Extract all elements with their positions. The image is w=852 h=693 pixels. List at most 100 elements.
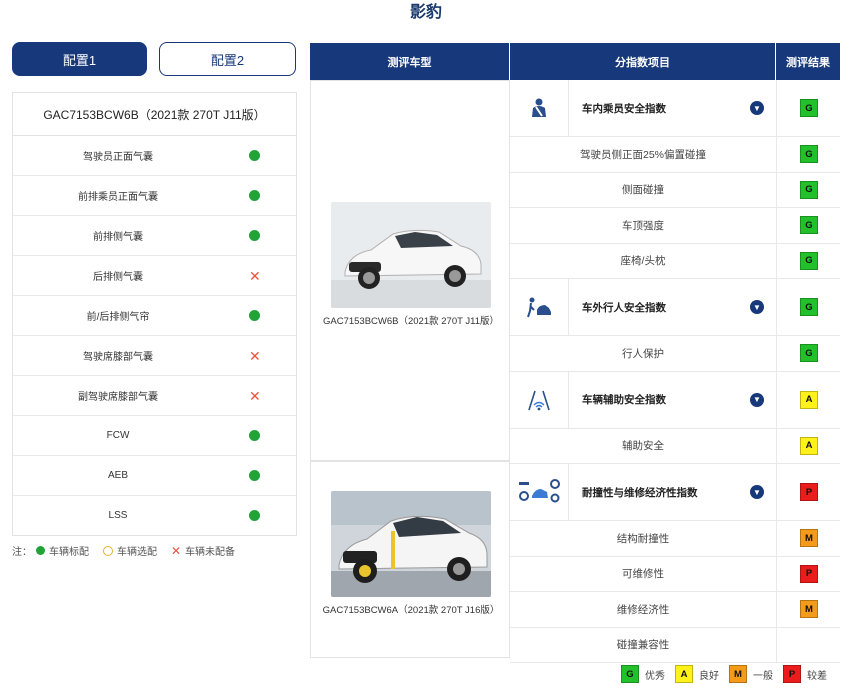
rating-badge: G bbox=[800, 145, 818, 164]
rating-badge: G bbox=[800, 180, 818, 199]
rating-badge: G bbox=[800, 99, 818, 117]
sub-index-row: 行人保护 G bbox=[510, 336, 840, 372]
rating-badge: P bbox=[800, 483, 818, 501]
vehicle-cell-1: GAC7153BCW6B（2021款 270T J11版） bbox=[310, 80, 510, 461]
legend-badge-p: P bbox=[783, 665, 801, 683]
vehicle-photo-2 bbox=[331, 491, 491, 597]
tab-config-1[interactable]: 配置1 bbox=[12, 42, 147, 76]
sub-index-name: 驾驶员侧正面25%偏置碰撞 bbox=[579, 148, 706, 161]
chevron-down-icon[interactable]: ▼ bbox=[750, 101, 764, 115]
config-row: 驾驶员正面气囊 bbox=[13, 136, 296, 176]
config-label: 驾驶员正面气囊 bbox=[83, 152, 153, 163]
rating-badge: A bbox=[800, 390, 818, 409]
sub-index-row: 座椅/头枕 G bbox=[510, 243, 841, 279]
index-row[interactable]: 车外行人安全指数 ▼ G bbox=[510, 279, 840, 336]
legend-label-p: 较差 bbox=[807, 670, 827, 682]
sub-index-row: 车顶强度 G bbox=[510, 208, 840, 244]
config-label: 前排乘员正面气囊 bbox=[78, 192, 158, 203]
sub-index-name: 行人保护 bbox=[622, 347, 664, 360]
result-cell: A bbox=[776, 371, 841, 428]
config-panel: GAC7153BCW6B（2021款 270T J11版） 驾驶员正面气囊 前排乘… bbox=[12, 92, 297, 536]
header-vehicle: 测评车型 bbox=[310, 43, 510, 80]
repair-icon bbox=[510, 464, 569, 520]
sub-index-name: 维修经济性 bbox=[616, 603, 670, 616]
config-label: 前排侧气囊 bbox=[93, 232, 143, 243]
config-row: 后排侧气囊 ✕ bbox=[13, 256, 296, 296]
not-equipped-x-icon: ✕ bbox=[249, 388, 261, 404]
config-label: 前/后排侧气帘 bbox=[86, 312, 150, 323]
optional-ring-icon bbox=[103, 545, 113, 556]
rating-badge: G bbox=[800, 251, 818, 270]
rating-badge: G bbox=[800, 344, 818, 363]
result-cell: P bbox=[776, 556, 841, 591]
sub-index-row: 结构耐撞性 M bbox=[510, 521, 840, 557]
config-legend: 注： 车辆标配 车辆选配 ✕ 车辆未配备 bbox=[12, 543, 236, 559]
config-row: 前排侧气囊 bbox=[13, 216, 296, 256]
legend-label-m: 一般 bbox=[753, 670, 773, 682]
index-row[interactable]: 耐撞性与维修经济性指数 ▼ P bbox=[510, 464, 840, 521]
tab-config-2[interactable]: 配置2 bbox=[159, 42, 296, 76]
sub-index-name: 可维修性 bbox=[622, 568, 664, 581]
rating-badge: G bbox=[800, 216, 818, 235]
standard-dot-icon bbox=[249, 150, 261, 162]
not-equipped-x-icon: ✕ bbox=[171, 543, 182, 558]
chevron-down-icon[interactable]: ▼ bbox=[750, 485, 764, 499]
chevron-down-icon[interactable]: ▼ bbox=[750, 300, 764, 314]
legend-label-a: 良好 bbox=[699, 670, 719, 682]
result-cell: G bbox=[776, 80, 841, 136]
result-cell: M bbox=[776, 521, 841, 556]
rating-badge: M bbox=[800, 600, 818, 619]
config-row: 驾驶席膝部气囊 ✕ bbox=[13, 336, 296, 376]
sub-index-name: 座椅/头枕 bbox=[620, 255, 666, 268]
config-model-name: GAC7153BCW6B（2021款 270T J11版） bbox=[13, 93, 296, 136]
config-row: AEB bbox=[13, 456, 296, 496]
sub-index-row: 侧面碰撞 G bbox=[510, 172, 841, 208]
sub-index-row: 维修经济性 M bbox=[510, 592, 840, 628]
result-cell: P bbox=[776, 464, 841, 520]
index-row[interactable]: 车内乘员安全指数 ▼ G bbox=[510, 80, 840, 137]
legend-badge-a: A bbox=[675, 665, 693, 683]
index-name: 耐撞性与维修经济性指数 bbox=[582, 486, 698, 499]
index-row[interactable]: 车辆辅助安全指数 ▼ A bbox=[510, 371, 841, 429]
sub-index-name: 碰撞兼容性 bbox=[616, 639, 670, 652]
result-cell: G bbox=[776, 279, 841, 335]
sub-index-row: 可维修性 P bbox=[510, 556, 841, 592]
result-cell: G bbox=[776, 336, 841, 371]
legend-label-g: 优秀 bbox=[645, 670, 665, 682]
pedestrian-icon bbox=[510, 279, 569, 335]
result-cell: G bbox=[776, 172, 841, 207]
config-label: 副驾驶席膝部气囊 bbox=[78, 392, 158, 403]
sub-index-row: 辅助安全 A bbox=[510, 428, 840, 464]
not-equipped-x-icon: ✕ bbox=[249, 348, 261, 364]
config-label: AEB bbox=[107, 470, 128, 481]
legend-optional: 车辆选配 bbox=[117, 547, 157, 558]
config-label: LSS bbox=[108, 510, 128, 521]
legend-none: 车辆未配备 bbox=[185, 547, 236, 558]
legend-badge-g: G bbox=[621, 665, 639, 683]
result-cell bbox=[776, 627, 841, 662]
config-row: LSS bbox=[13, 496, 296, 535]
index-name: 车辆辅助安全指数 bbox=[582, 394, 666, 406]
standard-dot-icon bbox=[249, 190, 261, 202]
sub-index-name: 侧面碰撞 bbox=[622, 184, 664, 197]
rating-badge: M bbox=[800, 529, 818, 548]
rating-badge: P bbox=[800, 564, 818, 583]
config-label: 后排侧气囊 bbox=[93, 272, 143, 283]
legend-badge-m: M bbox=[729, 665, 747, 683]
result-cell: G bbox=[776, 243, 841, 278]
result-cell: M bbox=[776, 592, 841, 627]
legend-standard: 车辆标配 bbox=[49, 547, 89, 558]
config-row: 前排乘员正面气囊 bbox=[13, 176, 296, 216]
config-row: 前/后排侧气帘 bbox=[13, 296, 296, 336]
rating-badge: G bbox=[800, 298, 818, 316]
vehicle-caption-1: GAC7153BCW6B（2021款 270T J11版） bbox=[322, 316, 499, 327]
page-title: 影豹 bbox=[409, 4, 442, 21]
not-equipped-x-icon: ✕ bbox=[249, 268, 261, 284]
standard-dot-icon bbox=[249, 430, 261, 442]
index-name: 车外行人安全指数 bbox=[582, 301, 666, 314]
standard-dot-icon bbox=[249, 510, 261, 522]
vehicle-photo-1 bbox=[331, 202, 491, 308]
sub-index-name: 车顶强度 bbox=[622, 219, 664, 232]
header-result: 测评结果 bbox=[776, 43, 840, 80]
chevron-down-icon[interactable]: ▼ bbox=[750, 392, 764, 407]
